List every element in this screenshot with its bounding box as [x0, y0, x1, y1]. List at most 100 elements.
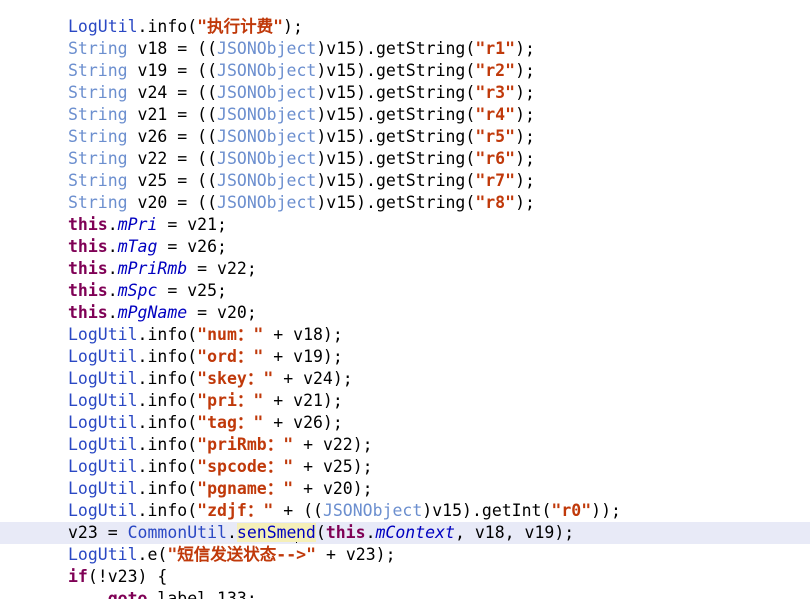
- code-line[interactable]: LogUtil.e("短信发送状态-->" + v23);: [0, 544, 810, 566]
- code-line[interactable]: LogUtil.info("priRmb：" + v22);: [0, 434, 810, 456]
- keyword-token: this: [68, 215, 108, 234]
- code-text-token: = v25;: [157, 281, 227, 300]
- code-text-token: .info(: [137, 369, 198, 388]
- string-literal-token: "priRmb：": [197, 435, 294, 454]
- type-token: String: [68, 193, 128, 212]
- type-token: JSONObject: [217, 105, 317, 124]
- type-token: JSONObject: [217, 193, 317, 212]
- code-line[interactable]: this.mSpc = v25;: [0, 280, 810, 302]
- field-token: mContext: [375, 523, 455, 542]
- string-literal-token: "r7": [475, 171, 516, 190]
- string-literal-token: "r2": [475, 61, 516, 80]
- code-text-token: );: [515, 39, 535, 58]
- type-token: JSONObject: [322, 501, 423, 520]
- string-literal-token: "r3": [475, 83, 516, 102]
- code-line[interactable]: LogUtil.info("pgname：" + v20);: [0, 478, 810, 500]
- field-token: mPri: [117, 215, 158, 234]
- string-literal-token: "spcode：": [197, 457, 294, 476]
- field-token: mTag: [117, 237, 158, 256]
- code-line[interactable]: goto label_133;: [0, 588, 810, 599]
- string-literal-token: "zdjf：": [197, 501, 274, 520]
- class-name-token: LogUtil: [68, 413, 138, 432]
- field-token: mPgName: [117, 303, 188, 322]
- code-line[interactable]: LogUtil.info("num：" + v18);: [0, 324, 810, 346]
- code-line[interactable]: String v20 = ((JSONObject)v15).getString…: [0, 192, 810, 214]
- type-token: JSONObject: [217, 83, 317, 102]
- code-text-token: );: [515, 105, 535, 124]
- code-text-token: .: [107, 215, 118, 234]
- code-text-token: .info(: [137, 325, 198, 344]
- code-line[interactable]: String v25 = ((JSONObject)v15).getString…: [0, 170, 810, 192]
- code-line[interactable]: if(!v23) {: [0, 566, 810, 588]
- code-line[interactable]: LogUtil.info("tag：" + v26);: [0, 412, 810, 434]
- code-text-token: v25 = ((: [127, 171, 218, 190]
- code-text-token: .info(: [137, 347, 198, 366]
- code-text-token: = v22;: [187, 259, 257, 278]
- code-line[interactable]: this.mTag = v26;: [0, 236, 810, 258]
- code-line[interactable]: this.mPriRmb = v22;: [0, 258, 810, 280]
- code-text-token: = v20;: [187, 303, 257, 322]
- code-text-token: v18 = ((: [127, 39, 218, 58]
- code-text-token: )v15).getString(: [316, 83, 476, 102]
- keyword-token: goto: [107, 589, 148, 599]
- class-name-token: CommonUtil: [127, 523, 227, 542]
- code-line[interactable]: String v21 = ((JSONObject)v15).getString…: [0, 104, 810, 126]
- code-line[interactable]: LogUtil.info("spcode：" + v25);: [0, 456, 810, 478]
- code-text-token: );: [515, 83, 535, 102]
- code-line[interactable]: LogUtil.info("skey：" + v24);: [0, 368, 810, 390]
- string-literal-token: "r4": [475, 105, 516, 124]
- code-text-token: .: [365, 523, 376, 542]
- string-literal-token: "num：": [197, 325, 264, 344]
- code-text-token: + v24);: [273, 369, 353, 388]
- code-line[interactable]: LogUtil.info("pri：" + v21);: [0, 390, 810, 412]
- code-text-token: )v15).getString(: [316, 105, 476, 124]
- type-token: String: [68, 39, 128, 58]
- code-line[interactable]: String v19 = ((JSONObject)v15).getString…: [0, 60, 810, 82]
- code-line[interactable]: String v22 = ((JSONObject)v15).getString…: [0, 148, 810, 170]
- code-text-token: v23 =: [68, 523, 128, 542]
- class-name-token: LogUtil: [68, 17, 138, 36]
- code-line-current[interactable]: v23 = CommonUtil.senSmend(this.mContext,…: [0, 522, 810, 544]
- code-editor[interactable]: LogUtil.info("执行计费"); String v18 = ((JSON…: [0, 0, 810, 599]
- code-text-token: );: [515, 149, 535, 168]
- code-line[interactable]: String v24 = ((JSONObject)v15).getString…: [0, 82, 810, 104]
- code-text-token: + v21);: [263, 391, 343, 410]
- code-line[interactable]: LogUtil.info("ord：" + v19);: [0, 346, 810, 368]
- code-text-token: + ((: [273, 501, 323, 520]
- code-text-token: label_133;: [147, 589, 257, 599]
- code-text-token: .: [226, 523, 237, 542]
- type-token: String: [68, 171, 128, 190]
- type-token: JSONObject: [217, 127, 317, 146]
- code-line[interactable]: String v18 = ((JSONObject)v15).getString…: [0, 38, 810, 60]
- code-text-token: .info(: [137, 479, 198, 498]
- code-text-token: v20 = ((: [127, 193, 218, 212]
- code-text-token: v22 = ((: [127, 149, 218, 168]
- string-literal-token: "r6": [475, 149, 516, 168]
- type-token: JSONObject: [217, 61, 317, 80]
- code-text-token: , v18, v19);: [454, 523, 575, 542]
- code-line[interactable]: this.mPgName = v20;: [0, 302, 810, 324]
- code-text-token: .info(: [137, 501, 198, 520]
- code-text-token: .info(: [137, 413, 198, 432]
- code-line[interactable]: LogUtil.info("zdjf：" + ((JSONObject)v15)…: [0, 500, 810, 522]
- type-token: String: [68, 149, 128, 168]
- code-line[interactable]: this.mPri = v21;: [0, 214, 810, 236]
- code-line[interactable]: String v26 = ((JSONObject)v15).getString…: [0, 126, 810, 148]
- code-lines: LogUtil.info("执行计费"); String v18 = ((JSON…: [0, 16, 810, 599]
- class-name-token: LogUtil: [68, 457, 138, 476]
- code-text-token: (: [315, 523, 326, 542]
- code-text-token: .e(: [137, 545, 168, 564]
- type-token: String: [68, 105, 128, 124]
- code-text-token: .: [107, 281, 118, 300]
- code-line[interactable]: LogUtil.info("执行计费");: [0, 16, 810, 38]
- code-text-token: .info(: [137, 391, 198, 410]
- class-name-token: LogUtil: [68, 391, 138, 410]
- keyword-token: if: [68, 567, 88, 586]
- class-name-token: LogUtil: [68, 501, 138, 520]
- code-text-token: );: [515, 127, 535, 146]
- code-text-token: )v15).getString(: [316, 171, 476, 190]
- string-literal-token: "短信发送状态-->": [167, 545, 317, 564]
- code-text-token: .: [107, 303, 118, 322]
- type-token: JSONObject: [217, 39, 317, 58]
